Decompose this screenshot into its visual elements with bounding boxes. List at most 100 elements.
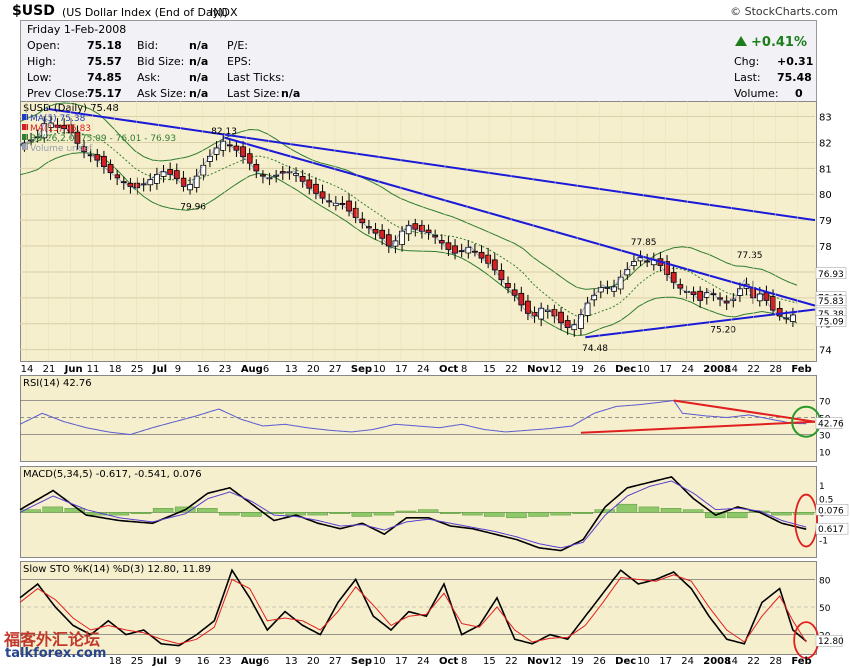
x-axis-label-bottom: Sep (351, 656, 372, 667)
macd-histogram-bar (616, 503, 638, 513)
macd-right-label: 0.617 (818, 525, 844, 535)
x-axis-label-bottom: 22 (505, 656, 518, 667)
macd-right-label: 0.076 (818, 506, 844, 516)
rsi-trendline (580, 420, 816, 434)
x-axis-label: 19 (571, 364, 584, 375)
macd-histogram-bar (462, 512, 483, 516)
price-annotation: 77.35 (737, 251, 763, 261)
macd-histogram-bar (771, 512, 792, 516)
sto-y-tick: 80 (819, 576, 831, 586)
macd-histogram-bar (727, 512, 748, 519)
macd-y-tick: -1 (819, 537, 828, 547)
macd-highlight-circle (794, 493, 819, 548)
x-axis-label-bottom: 24 (681, 656, 694, 667)
candle-body (617, 276, 624, 290)
x-axis-label-bottom: 22 (747, 656, 760, 667)
x-axis-label: Nov (527, 364, 549, 375)
x-axis-label: 15 (483, 364, 496, 375)
macd-histogram-bar (130, 512, 152, 514)
macd-histogram-bar (42, 506, 63, 513)
legend-swatch (22, 144, 28, 150)
candle-body (518, 292, 525, 306)
x-axis-label: 13 (285, 364, 298, 375)
candle-body (233, 145, 240, 151)
x-axis-label-bottom: 24 (417, 656, 430, 667)
x-axis-label: 22 (747, 364, 760, 375)
x-axis-label: 16 (197, 364, 210, 375)
rsi-right-label: 42.76 (818, 420, 844, 430)
sto-y-tick: 50 (819, 604, 831, 614)
x-axis-label-bottom: 15 (483, 656, 496, 667)
trendline (222, 136, 816, 307)
x-axis-label: Dec (615, 364, 636, 375)
rsi-y-tick: 10 (819, 449, 831, 459)
price-right-label: 75.09 (818, 317, 844, 327)
candle-body (173, 170, 180, 180)
candle-body (253, 163, 260, 172)
x-axis-label-bottom: Dec (615, 656, 636, 667)
macd-histogram-bar (351, 512, 373, 517)
x-axis-label: 18 (109, 364, 122, 375)
x-axis-label-bottom: 17 (659, 656, 672, 667)
x-axis-label-bottom: 12 (549, 656, 562, 667)
price-annotation: 75.20 (710, 326, 736, 336)
rsi-title: RSI(14) 42.76 (23, 378, 92, 389)
rsi-y-tick: 30 (819, 432, 831, 442)
x-axis-label-bottom: 9 (175, 656, 181, 667)
macd-title: MACD(5,34,5) -0.617, -0.541, 0.076 (23, 469, 202, 480)
macd-histogram-bar (395, 510, 417, 513)
trendline (46, 107, 816, 222)
x-axis-label: 6 (263, 364, 269, 375)
candle-body (147, 179, 154, 186)
x-axis-label-bottom: 23 (219, 656, 232, 667)
x-axis-label: 17 (659, 364, 672, 375)
x-axis-label: Oct (439, 364, 458, 375)
price-y-tick: 83 (819, 113, 832, 124)
price-y-tick: 78 (819, 242, 832, 253)
legend-entry: Volume undef (30, 144, 93, 154)
price-annotation: 77.85 (631, 238, 657, 248)
x-axis-label-bottom: 16 (197, 656, 210, 667)
x-axis-label: 27 (329, 364, 342, 375)
macd-histogram-bar (572, 512, 593, 514)
sto-highlight-circle (793, 621, 820, 660)
x-axis-label: Jun (64, 364, 83, 375)
x-axis-label: 24 (681, 364, 694, 375)
x-axis-label-bottom: 17 (395, 656, 408, 667)
legend-entry: MA(13) 75.83 (30, 124, 91, 134)
candle-body (498, 270, 505, 281)
x-axis-label: 21 (43, 364, 56, 375)
rsi-y-tick: 70 (819, 398, 831, 408)
legend-swatch (22, 124, 28, 130)
x-axis-label-bottom: 6 (263, 656, 269, 667)
candle-body (452, 245, 458, 254)
macd-histogram-bar (439, 512, 461, 514)
candle-body (551, 309, 558, 317)
legend-swatch (22, 114, 28, 120)
candle-body (670, 272, 677, 283)
macd-histogram-bar (550, 512, 571, 516)
price-y-tick: 74 (819, 346, 832, 357)
x-axis-label: 10 (637, 364, 650, 375)
rsi-trendline (673, 399, 816, 423)
x-axis-label: 8 (461, 364, 467, 375)
price-annotation: 82.13 (211, 127, 237, 137)
macd-histogram-bar (528, 512, 549, 517)
candle-body (445, 242, 452, 250)
candle-body (127, 182, 134, 187)
x-axis-label-bottom: 18 (109, 656, 122, 667)
x-axis-label: Feb (791, 364, 811, 375)
macd-histogram-bar (329, 512, 351, 514)
watermark-site: talkforex.com (5, 646, 107, 661)
x-axis-label: 10 (373, 364, 386, 375)
x-axis-label-bottom: 10 (373, 656, 386, 667)
price-y-tick: 80 (819, 190, 832, 201)
x-axis-label: 9 (175, 364, 181, 375)
x-axis-label-bottom: 10 (637, 656, 650, 667)
candle-body (213, 147, 220, 155)
candle-body (193, 175, 200, 188)
macd-histogram-bar (241, 512, 262, 517)
macd-histogram-bar (152, 508, 174, 513)
candle-body (94, 154, 101, 161)
x-axis-label-bottom: 8 (461, 656, 467, 667)
